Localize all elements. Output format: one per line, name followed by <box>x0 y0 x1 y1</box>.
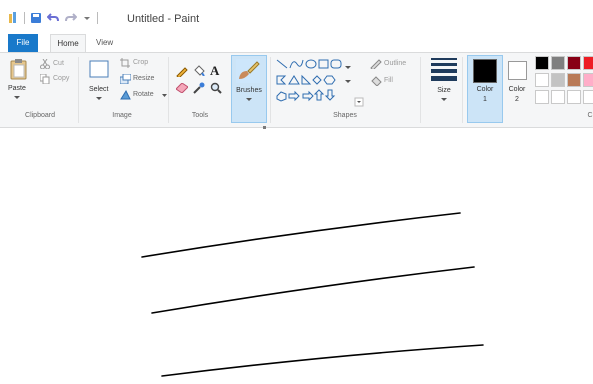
palette-swatch[interactable] <box>535 56 549 70</box>
crop-icon[interactable] <box>120 58 130 68</box>
color2-number: 2 <box>515 96 519 103</box>
hand-drawn-stroke <box>161 344 484 377</box>
color1-swatch <box>473 59 497 83</box>
size-dropdown-icon[interactable] <box>441 98 447 102</box>
color2-label[interactable]: Color <box>503 86 531 93</box>
customize-dropdown-icon[interactable] <box>83 13 91 23</box>
palette-swatch[interactable] <box>551 73 565 87</box>
canvas-drawing <box>141 212 484 377</box>
pencil-icon[interactable] <box>176 65 188 77</box>
tab-home[interactable]: Home <box>50 34 86 53</box>
rotate-dropdown-icon[interactable] <box>162 94 167 97</box>
hand-drawn-stroke <box>151 266 475 314</box>
color2-swatch[interactable] <box>508 61 527 80</box>
text-icon[interactable]: A <box>210 63 219 79</box>
resize-icon[interactable] <box>120 74 131 84</box>
group-separator <box>78 57 79 123</box>
palette-swatch[interactable] <box>567 90 581 104</box>
paste-button[interactable]: Paste <box>8 85 26 92</box>
title-bar: Untitled - Paint <box>0 0 593 30</box>
cut-icon[interactable] <box>40 59 50 69</box>
select-icon[interactable] <box>89 60 109 78</box>
window-title: Untitled - Paint <box>127 13 200 25</box>
select-dropdown-icon[interactable] <box>96 97 102 101</box>
size-icon[interactable] <box>430 57 458 81</box>
palette-swatch[interactable] <box>583 90 593 104</box>
copy-icon[interactable] <box>40 74 50 84</box>
palette-swatch[interactable] <box>535 90 549 104</box>
palette-swatch[interactable] <box>583 73 593 87</box>
palette-swatch[interactable] <box>551 56 565 70</box>
palette-swatch[interactable] <box>535 73 549 87</box>
brush-icon <box>236 59 260 83</box>
tab-file[interactable]: File <box>8 34 38 52</box>
palette-swatch[interactable] <box>551 90 565 104</box>
toolbar-separator <box>24 12 25 24</box>
paste-dropdown-icon[interactable] <box>14 96 20 100</box>
select-button[interactable]: Select <box>89 86 108 93</box>
eraser-icon[interactable] <box>176 83 188 93</box>
color1-label: Color <box>476 86 494 93</box>
group-separator <box>462 57 463 123</box>
fill-icon[interactable] <box>370 76 382 86</box>
outline-icon[interactable] <box>370 59 382 69</box>
palette-swatch[interactable] <box>583 56 593 70</box>
title-separator <box>97 12 98 24</box>
group-separator <box>270 57 271 123</box>
tools-group-label: Tools <box>191 112 209 119</box>
brushes-label: Brushes <box>236 87 262 94</box>
ribbon: Paste Cut Copy Clipboard Select Crop Res… <box>0 52 593 128</box>
magnifier-icon[interactable] <box>210 82 222 94</box>
clipboard-group-label: Clipboard <box>25 112 55 119</box>
group-separator <box>420 57 421 123</box>
color1-number: 1 <box>483 96 487 103</box>
fill-bucket-icon[interactable] <box>193 64 205 76</box>
drawing-canvas[interactable] <box>0 129 593 379</box>
resize-button[interactable]: Resize <box>133 75 154 82</box>
palette-swatch[interactable] <box>567 56 581 70</box>
color-picker-icon[interactable] <box>193 82 205 94</box>
crop-button[interactable]: Crop <box>133 59 148 66</box>
rotate-button[interactable]: Rotate <box>133 91 154 98</box>
shapes-gallery[interactable] <box>275 58 367 108</box>
brushes-dropdown-icon[interactable] <box>246 98 252 102</box>
copy-button[interactable]: Copy <box>53 75 69 82</box>
undo-icon[interactable] <box>47 13 59 23</box>
image-group-label: Image <box>112 112 132 119</box>
fill-button[interactable]: Fill <box>384 77 393 84</box>
cut-button[interactable]: Cut <box>53 60 64 67</box>
rotate-icon[interactable] <box>120 90 131 100</box>
quick-access-toolbar <box>8 12 98 24</box>
hand-drawn-stroke <box>141 212 461 258</box>
redo-icon[interactable] <box>65 13 77 23</box>
paint-app-icon <box>9 12 16 23</box>
size-label: Size <box>437 87 451 94</box>
tab-view[interactable]: View <box>96 34 113 52</box>
save-icon[interactable] <box>31 13 41 23</box>
group-separator <box>168 57 169 123</box>
colors-group-label: C <box>587 112 593 119</box>
palette-swatch[interactable] <box>567 73 581 87</box>
paste-icon[interactable] <box>10 58 28 80</box>
shapes-group-label: Shapes <box>333 112 357 119</box>
outline-button[interactable]: Outline <box>384 60 406 67</box>
ribbon-tabs: File Home View <box>0 34 593 53</box>
